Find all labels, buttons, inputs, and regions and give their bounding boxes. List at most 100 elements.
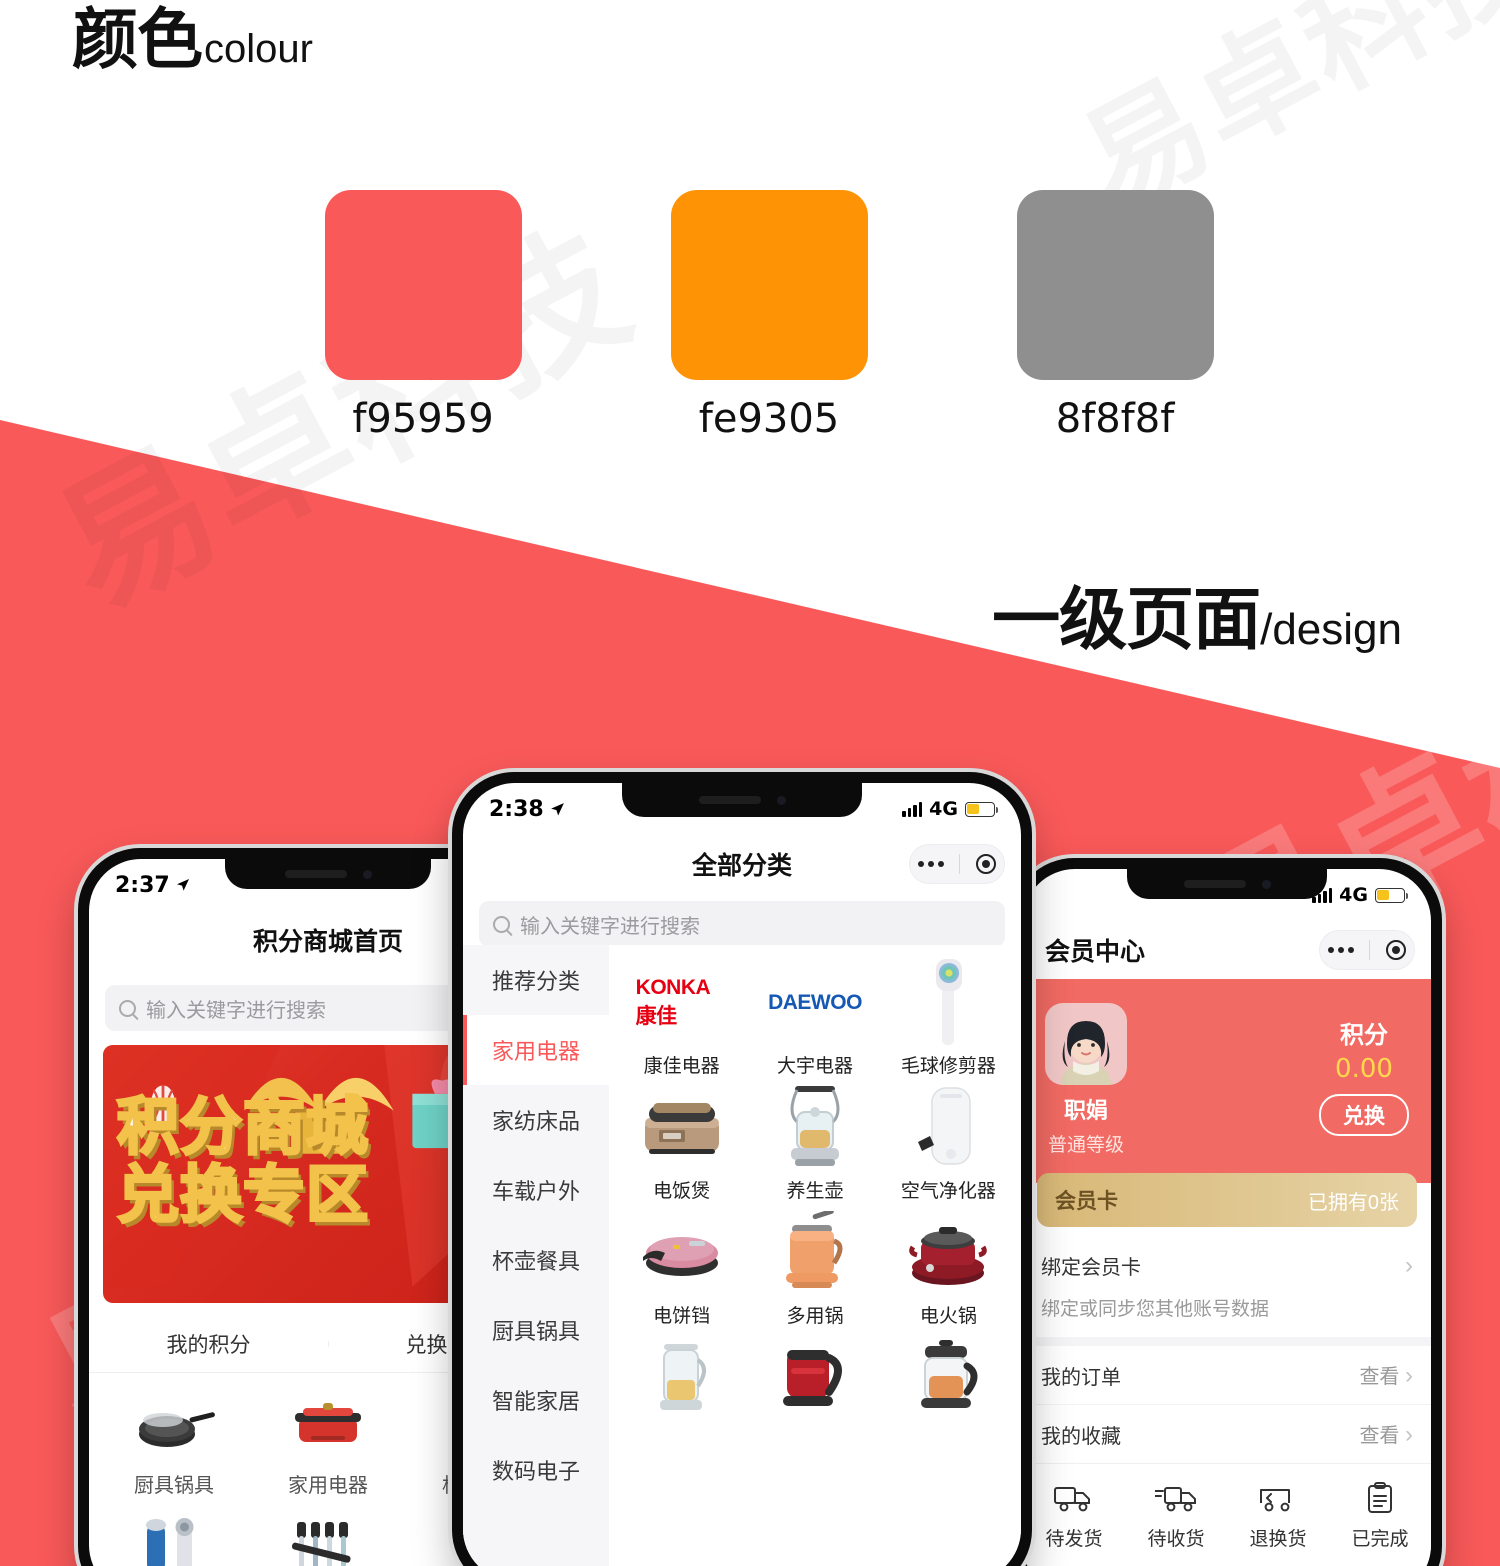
close-target-icon[interactable] xyxy=(1386,940,1407,960)
sidebar-item-smart-home[interactable]: 智能家居 xyxy=(463,1365,609,1435)
camera-icon xyxy=(776,795,786,805)
bind-card-label: 绑定会员卡 xyxy=(1041,1257,1141,1279)
product-item[interactable]: 毛球修剪器 xyxy=(882,957,1015,1078)
category-cell[interactable]: 家纺床品 xyxy=(251,1506,405,1566)
sidebar-item-drinkware[interactable]: 杯壶餐具 xyxy=(463,1225,609,1295)
electric-pot-icon xyxy=(285,1387,371,1465)
swatch-box-primary xyxy=(324,190,522,380)
tab-my-points[interactable]: 我的积分 xyxy=(89,1329,328,1359)
member-points: 积分 0.00 兑换 xyxy=(1319,1003,1409,1136)
heading-chinese: 颜色 xyxy=(72,2,203,76)
row-label: 我的收藏 xyxy=(1041,1425,1121,1448)
sidebar-item-bedding[interactable]: 家纺床品 xyxy=(463,1085,609,1155)
product-label: 电饭煲 xyxy=(653,1181,711,1202)
category-cell[interactable]: 厨具锅具 xyxy=(97,1387,251,1498)
status-indicators: 4G xyxy=(1312,884,1409,906)
order-status-pending-receive[interactable]: 待收货 xyxy=(1125,1482,1227,1551)
card-count: 已拥有0张 xyxy=(1307,1191,1399,1214)
more-icon[interactable] xyxy=(917,861,944,867)
speaker-icon xyxy=(284,870,347,878)
product-item[interactable]: 电饭煲 xyxy=(615,1082,748,1203)
product-item[interactable]: 多用锅 xyxy=(748,1207,881,1328)
brand-logo-konka: KONKA康佳 xyxy=(636,957,728,1049)
truck-pending-icon xyxy=(1054,1487,1090,1512)
miniprogram-capsule[interactable] xyxy=(909,844,1005,884)
health-kettle-icon xyxy=(769,1082,861,1174)
order-status-completed[interactable]: 已完成 xyxy=(1329,1482,1431,1551)
sidebar-item-digital[interactable]: 数码电子 xyxy=(463,1435,609,1505)
electric-hotpot-icon xyxy=(902,1207,994,1299)
network-label: 4G xyxy=(1339,884,1368,906)
row-action: 查看 › xyxy=(1359,1421,1413,1448)
miniprogram-capsule[interactable] xyxy=(1319,930,1415,970)
search-input[interactable]: 输入关键字进行搜索 xyxy=(479,901,1005,947)
product-label: 电火锅 xyxy=(919,1306,977,1327)
category-body: 推荐分类 家用电器 家纺床品 车载户外 杯壶餐具 厨具锅具 智能家居 数码电子 … xyxy=(463,945,1021,1566)
color-swatch-row: f95959 fe9305 8f8f8f xyxy=(0,190,1500,442)
sidebar-item-recommended[interactable]: 推荐分类 xyxy=(463,945,609,1015)
product-label: 康佳电器 xyxy=(643,1056,720,1077)
truck-moving-icon xyxy=(1155,1487,1196,1512)
chevron-right-icon: › xyxy=(1405,1421,1413,1448)
member-name: 职娟 xyxy=(1063,1098,1108,1123)
product-item[interactable]: 电火锅 xyxy=(882,1207,1015,1328)
points-label: 积分 xyxy=(1340,1022,1388,1049)
product-item[interactable]: KONKA康佳 康佳电器 xyxy=(615,957,748,1078)
brand-text: DAEWOO xyxy=(768,991,862,1014)
product-item[interactable]: 养生壶 xyxy=(748,1082,881,1203)
frying-pan-icon xyxy=(131,1387,217,1465)
product-label: 毛球修剪器 xyxy=(900,1056,996,1077)
member-identity: 职娟 普通等级 xyxy=(1045,1003,1127,1157)
banner-line-2: 兑换专区 xyxy=(115,1161,370,1230)
sidebar-item-car-outdoor[interactable]: 车载户外 xyxy=(463,1155,609,1225)
list-row-orders[interactable]: 我的订单 查看 › xyxy=(1023,1346,1431,1404)
row-action: 查看 › xyxy=(1359,1362,1413,1389)
product-item[interactable] xyxy=(748,1332,881,1426)
capsule-divider xyxy=(1369,940,1371,960)
category-cell[interactable]: 个护健康 xyxy=(97,1506,251,1566)
close-target-icon[interactable] xyxy=(976,854,997,874)
speaker-icon xyxy=(1183,880,1246,888)
status-time: 2:38 xyxy=(489,796,544,822)
order-status-return[interactable]: 退换货 xyxy=(1227,1482,1329,1551)
swatch-label-neutral: 8f8f8f xyxy=(1055,396,1175,442)
membership-card-banner[interactable]: 会员卡 已拥有0张 xyxy=(1037,1173,1417,1227)
sidebar-item-home-appliance[interactable]: 家用电器 xyxy=(463,1015,609,1085)
order-status-label: 退换货 xyxy=(1249,1529,1307,1550)
nav-bar: 会员中心 xyxy=(1023,921,1431,979)
exchange-button[interactable]: 兑换 xyxy=(1319,1094,1409,1136)
swatch-box-neutral xyxy=(1016,190,1214,380)
product-item[interactable] xyxy=(882,1332,1015,1426)
location-arrow-icon xyxy=(176,879,189,891)
status-indicators: 4G xyxy=(902,798,999,820)
order-status-pending-ship[interactable]: 待发货 xyxy=(1023,1482,1125,1551)
avatar[interactable] xyxy=(1045,1003,1127,1085)
phone-right-screen: 4G 会员中心 职娟 普通等级 积分 0.00 兑换 会员卡 已拥有0张 绑定会… xyxy=(1023,869,1431,1566)
speaker-icon xyxy=(698,796,761,804)
heading-english: colour xyxy=(204,27,313,71)
product-item[interactable]: 空气净化器 xyxy=(882,1082,1015,1203)
row-label: 我的订单 xyxy=(1041,1366,1121,1389)
poster-canvas: 易卓科技 易卓科技 易卓科技 易卓科技 易卓科技 颜色 colour f9595… xyxy=(0,0,1500,1566)
category-cell[interactable]: 家用电器 xyxy=(251,1387,405,1498)
product-label: 养生壶 xyxy=(786,1181,844,1202)
product-item[interactable] xyxy=(615,1332,748,1426)
status-time-group: 2:38 xyxy=(489,797,566,822)
product-label: 多用锅 xyxy=(786,1306,844,1327)
phone-notch xyxy=(1127,869,1327,899)
product-item[interactable]: DAEWOO 大宇电器 xyxy=(748,957,881,1078)
product-panel: KONKA康佳 康佳电器 DAEWOO 大宇电器 毛球修剪器 电饭煲 养生壶 空… xyxy=(609,945,1021,1566)
battery-icon xyxy=(1375,887,1409,903)
avatar-illustration xyxy=(1061,1021,1111,1085)
bind-card-row[interactable]: 绑定会员卡 › xyxy=(1023,1237,1431,1294)
order-status-label: 待收货 xyxy=(1147,1529,1205,1550)
sidebar-item-cookware[interactable]: 厨具锅具 xyxy=(463,1295,609,1365)
status-time: 2:37 xyxy=(115,872,170,898)
search-placeholder: 输入关键字进行搜索 xyxy=(520,915,700,938)
member-content: 职娟 普通等级 积分 0.00 兑换 会员卡 已拥有0张 绑定会员卡 › 绑定或… xyxy=(1023,979,1431,1566)
design-heading-english: /design xyxy=(1260,605,1402,654)
list-row-favorites[interactable]: 我的收藏 查看 › xyxy=(1023,1404,1431,1463)
more-icon[interactable] xyxy=(1327,947,1354,953)
category-sidebar: 推荐分类 家用电器 家纺床品 车载户外 杯壶餐具 厨具锅具 智能家居 数码电子 xyxy=(463,945,609,1566)
product-item[interactable]: 电饼铛 xyxy=(615,1207,748,1328)
